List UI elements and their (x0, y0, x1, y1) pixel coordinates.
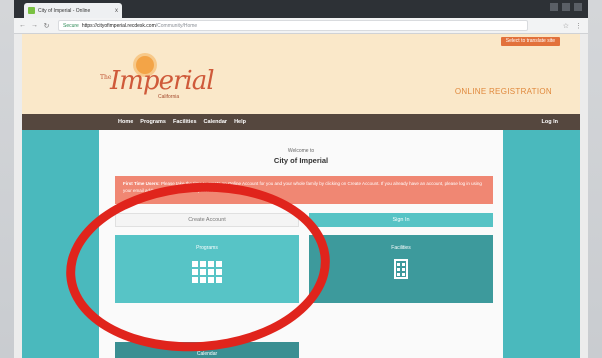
site-header: Select to translate site The Imperial Ca… (22, 34, 580, 114)
back-icon[interactable]: ← (19, 22, 26, 29)
minimize-icon[interactable] (550, 3, 558, 11)
url-host: https://cityofimperial.recdesk.com (81, 22, 156, 29)
translate-button[interactable]: Select to translate site (500, 37, 560, 46)
url-field[interactable]: Secure https://cityofimperial.recdesk.co… (58, 20, 528, 31)
favicon-icon (28, 7, 35, 14)
main-nav: Home Programs Facilities Calendar Help L… (22, 114, 580, 130)
nav-help[interactable]: Help (234, 119, 246, 125)
nav-programs[interactable]: Programs (140, 119, 166, 125)
monitor-bezel-right (588, 0, 602, 358)
logo-city: California (158, 94, 180, 100)
browser-actions: ☆ ⋮ (563, 22, 582, 30)
window-controls (550, 3, 582, 11)
calendar-label: Calendar (196, 351, 218, 357)
building-icon (394, 259, 408, 279)
sign-in-button[interactable]: Sign In (309, 213, 493, 227)
facilities-tile[interactable]: Facilities (309, 235, 493, 303)
url-path: /Community/Home (155, 22, 198, 29)
forward-icon[interactable]: → (31, 22, 38, 29)
menu-icon[interactable]: ⋮ (575, 22, 582, 30)
reload-icon[interactable]: ↻ (43, 22, 50, 30)
alert-heading: First Time Users: (123, 181, 160, 186)
login-link[interactable]: Log In (542, 119, 559, 125)
address-bar: ← → ↻ Secure https://cityofimperial.recd… (14, 18, 588, 34)
nav-calendar[interactable]: Calendar (204, 119, 228, 125)
close-window-icon[interactable] (574, 3, 582, 11)
browser-tab-bar: City of Imperial - Online x (14, 0, 588, 18)
star-icon[interactable]: ☆ (563, 22, 569, 30)
city-logo[interactable]: The Imperial California (100, 52, 220, 102)
tab-close-icon[interactable]: x (115, 8, 118, 14)
nav-facilities[interactable]: Facilities (173, 119, 197, 125)
monitor-bezel-left (0, 0, 14, 358)
tab-title: City of Imperial - Online (38, 7, 91, 14)
side-panel-right (503, 130, 580, 358)
online-registration-title: ONLINE REGISTRATION (454, 87, 552, 96)
welcome-text: Welcome to (287, 148, 315, 154)
logo-name: Imperial (110, 66, 215, 96)
nav-home[interactable]: Home (118, 119, 133, 125)
facilities-label: Facilities (391, 245, 411, 251)
city-title: City of Imperial (273, 156, 329, 165)
screen: City of Imperial - Online x ← → ↻ Secure… (0, 0, 602, 358)
maximize-icon[interactable] (562, 3, 570, 11)
browser-tab[interactable]: City of Imperial - Online x (24, 3, 122, 18)
secure-label: Secure (63, 22, 79, 29)
